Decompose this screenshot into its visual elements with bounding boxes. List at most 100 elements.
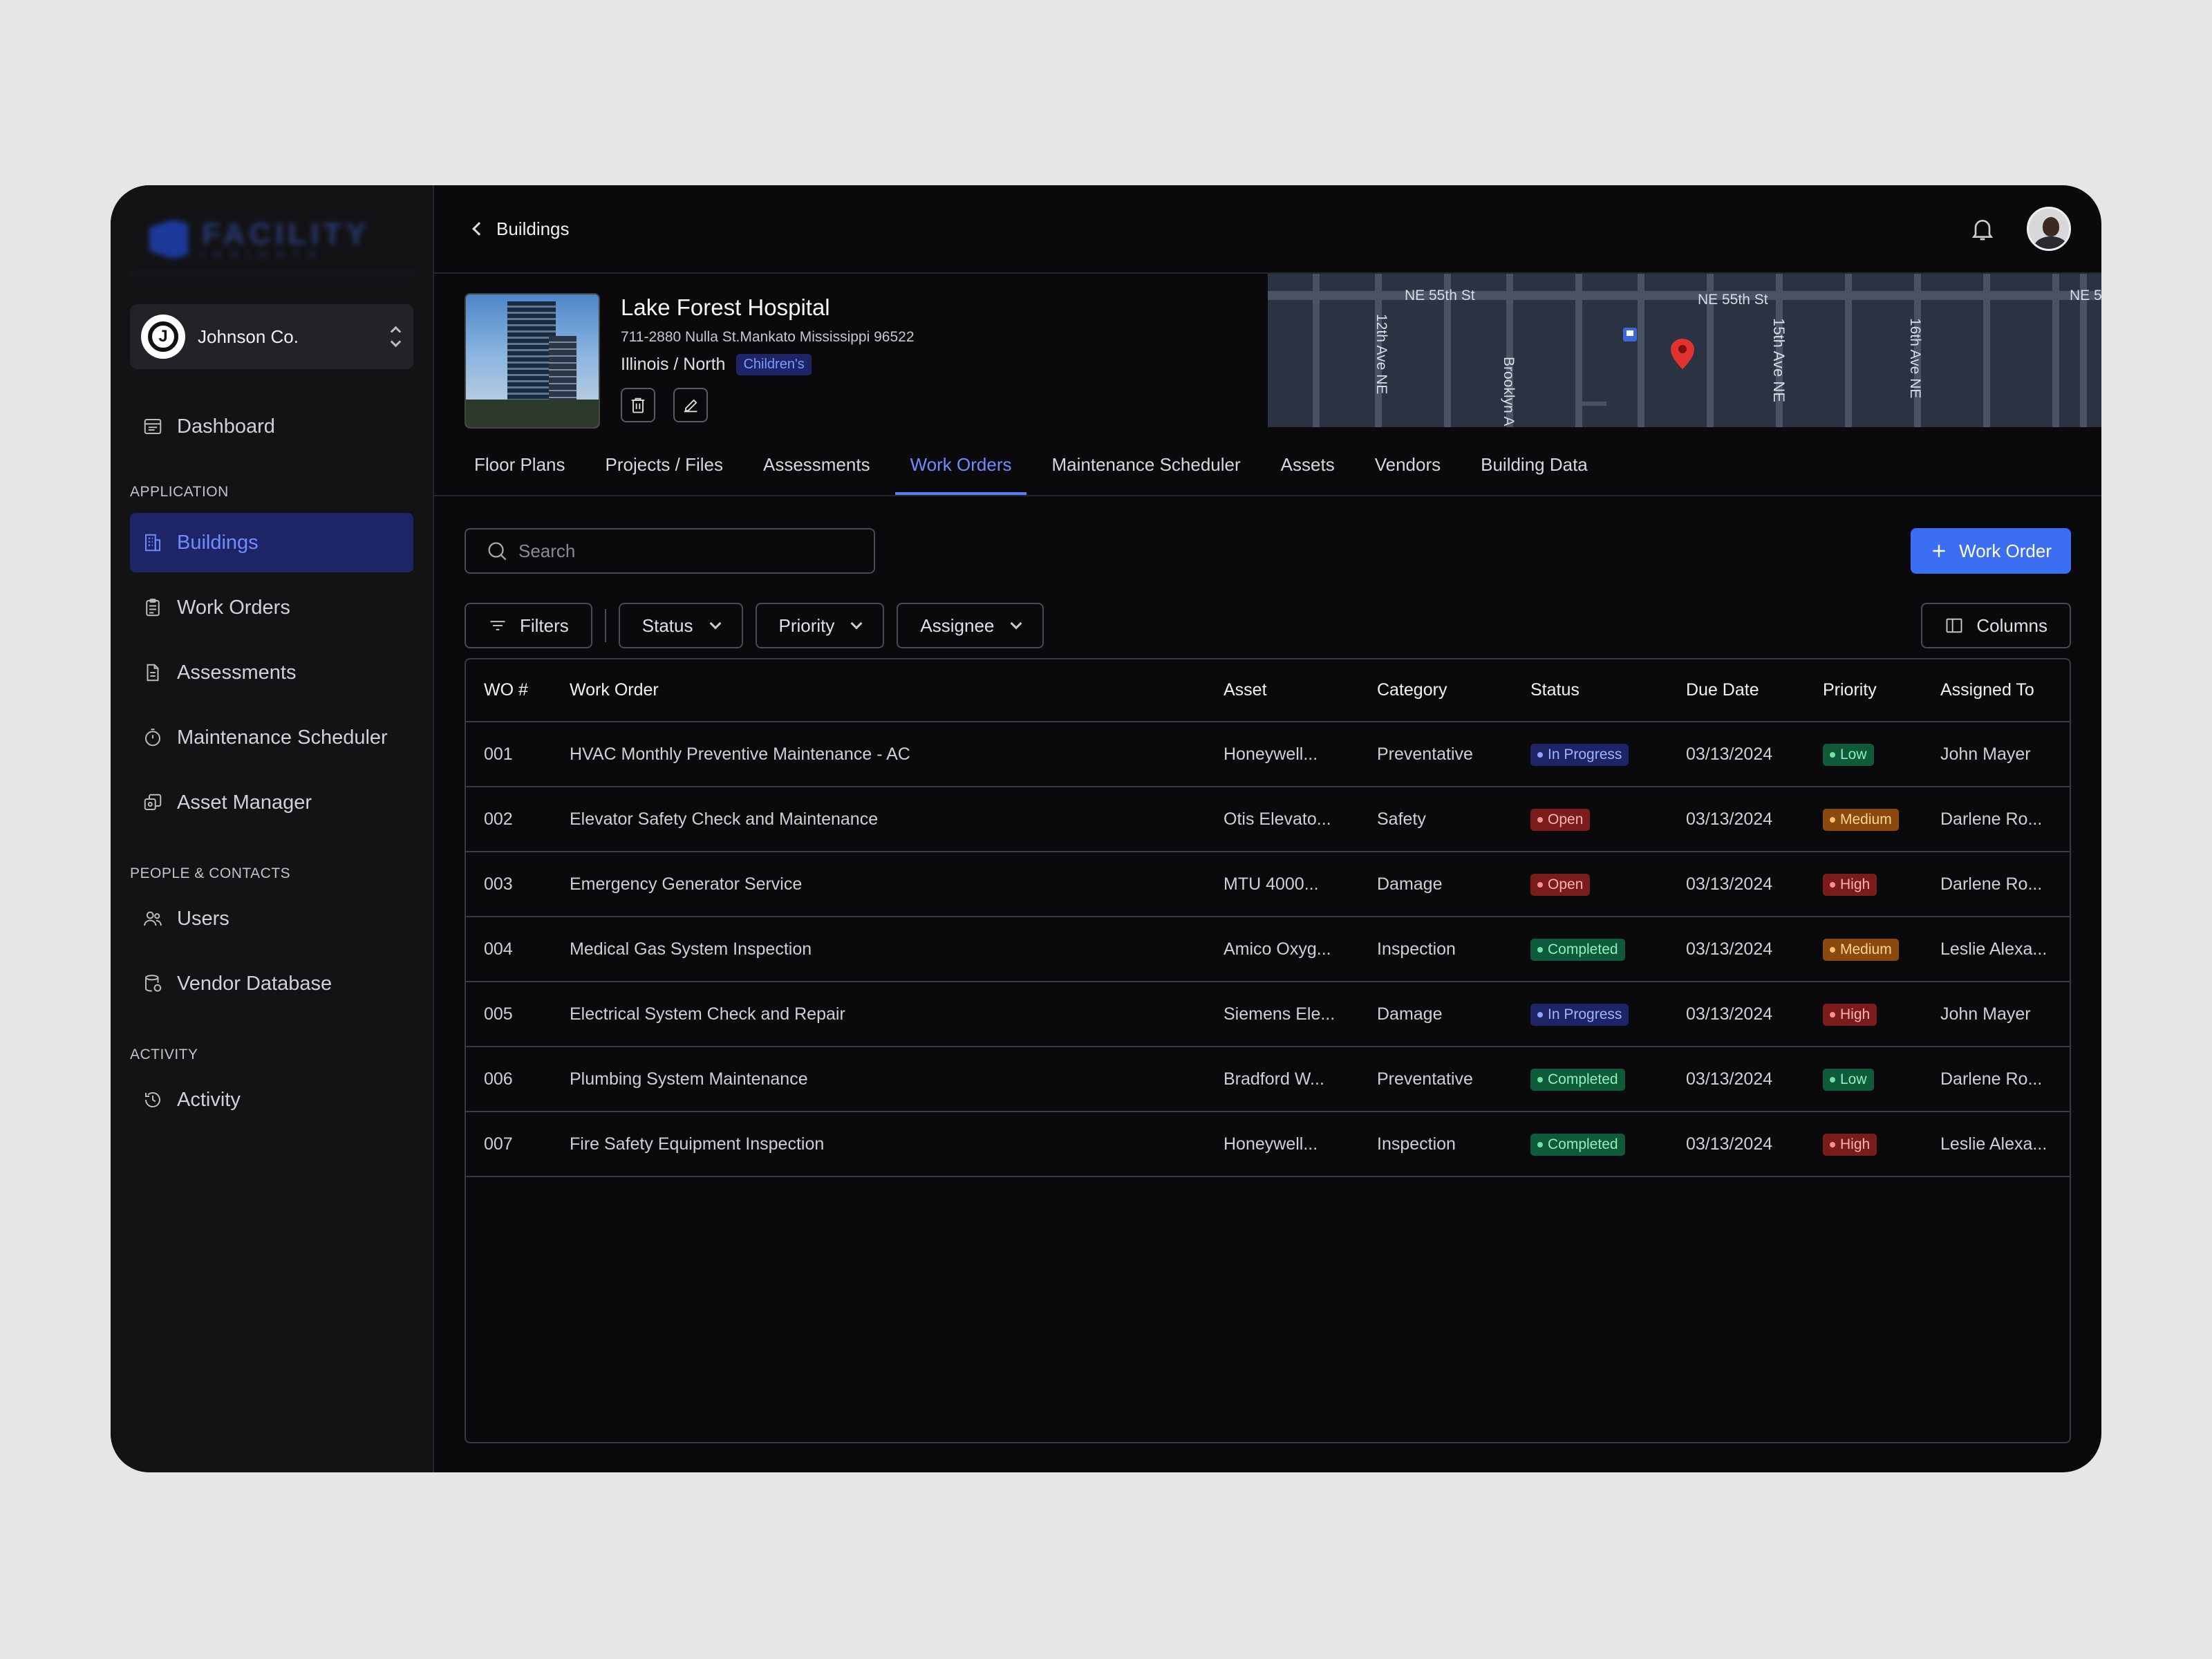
tab-assessments[interactable]: Assessments <box>748 454 885 495</box>
org-switcher[interactable]: J Johnson Co. <box>130 304 413 369</box>
wo-number-cell: 005 <box>466 982 552 1047</box>
table-row[interactable]: 002 Elevator Safety Check and Maintenance… <box>466 787 2070 852</box>
status-cell: Open <box>1512 852 1668 917</box>
wo-number-cell: 006 <box>466 1047 552 1112</box>
status-dot-icon <box>1830 752 1835 758</box>
chevron-down-icon <box>850 617 863 630</box>
priority-filter-label: Priority <box>778 615 835 636</box>
priority-cell: High <box>1805 852 1922 917</box>
badge-label: Low <box>1840 747 1867 762</box>
badge-label: Medium <box>1840 812 1892 827</box>
sidebar-item-label: Buildings <box>177 531 259 554</box>
work-orders-table: WO # Work Order Asset Category Status Du… <box>465 658 2071 1443</box>
sidebar: FACILITY INSIGHTS J Johnson Co. Dashboar… <box>111 185 434 1472</box>
sidebar-item-dashboard[interactable]: Dashboard <box>130 397 413 456</box>
pencil-icon <box>684 399 697 413</box>
user-avatar[interactable] <box>2027 207 2071 251</box>
sidebar-item-asset-manager[interactable]: Asset Manager <box>130 773 413 832</box>
priority-cell: Medium <box>1805 917 1922 982</box>
sidebar-item-label: Work Orders <box>177 596 290 619</box>
status-dot-icon <box>1537 1142 1543 1147</box>
priority-cell: Low <box>1805 1047 1922 1112</box>
sidebar-item-work-orders[interactable]: Work Orders <box>130 578 413 637</box>
sidebar-item-assessments[interactable]: Assessments <box>130 643 413 702</box>
column-header[interactable]: Asset <box>1206 659 1359 722</box>
location-map[interactable]: NE 55th St NE 55th St NE 5 12th Ave NE B… <box>1268 274 2101 427</box>
logo-mark <box>149 220 188 259</box>
wo-number-cell: 007 <box>466 1112 552 1177</box>
table-row[interactable]: 001 HVAC Monthly Preventive Maintenance -… <box>466 722 2070 787</box>
bell-icon[interactable] <box>1969 215 1996 243</box>
table-row[interactable]: 007 Fire Safety Equipment Inspection Honey… <box>466 1112 2070 1177</box>
due-date-cell: 03/13/2024 <box>1668 1047 1805 1112</box>
status-filter-label: Status <box>641 615 693 636</box>
chevron-left-icon <box>472 222 486 236</box>
tab-vendors[interactable]: Vendors <box>1360 454 1456 495</box>
tab-maintenance-scheduler[interactable]: Maintenance Scheduler <box>1036 454 1255 495</box>
category-cell: Preventative <box>1359 722 1512 787</box>
delete-button[interactable] <box>621 388 655 422</box>
map-street-label: NE 5 <box>2070 288 2101 303</box>
priority-filter-dropdown[interactable]: Priority <box>755 603 885 648</box>
status-cell: Completed <box>1512 1112 1668 1177</box>
priority-badge: Medium <box>1823 939 1899 961</box>
map-street-label: NE 55th St <box>1405 288 1475 303</box>
new-work-order-button[interactable]: Work Order <box>1911 528 2071 574</box>
status-cell: In Progress <box>1512 722 1668 787</box>
table-row[interactable]: 006 Plumbing System Maintenance Bradford W… <box>466 1047 2070 1112</box>
chevron-down-icon <box>709 617 721 630</box>
columns-icon <box>1946 618 1962 633</box>
sidebar-item-users[interactable]: Users <box>130 889 413 948</box>
due-date-cell: 03/13/2024 <box>1668 787 1805 852</box>
status-badge: Completed <box>1530 1134 1625 1156</box>
column-header[interactable]: Work Order <box>552 659 1206 722</box>
map-street-label: 16th Ave NE <box>1907 318 1923 398</box>
status-badge: Completed <box>1530 939 1625 961</box>
tab-floor-plans[interactable]: Floor Plans <box>459 454 581 495</box>
logo: FACILITY INSIGHTS <box>130 206 413 274</box>
status-dot-icon <box>1537 1077 1543 1082</box>
table-row[interactable]: 005 Electrical System Check and Repair Sie… <box>466 982 2070 1047</box>
table-row[interactable]: 004 Medical Gas System Inspection Amico Ox… <box>466 917 2070 982</box>
table-row[interactable]: 003 Emergency Generator Service MTU 4000..… <box>466 852 2070 917</box>
badge-label: High <box>1840 877 1871 892</box>
columns-button[interactable]: Columns <box>1921 603 2071 648</box>
users-icon <box>142 908 163 929</box>
building-header: Lake Forest Hospital 711-2880 Nulla St.M… <box>434 274 2101 429</box>
work-order-cell: Fire Safety Equipment Inspection <box>552 1112 1206 1177</box>
status-filter-dropdown[interactable]: Status <box>618 603 743 648</box>
priority-cell: Medium <box>1805 787 1922 852</box>
badge-label: Open <box>1548 812 1584 827</box>
column-header[interactable]: Due Date <box>1668 659 1805 722</box>
tab-projects-files[interactable]: Projects / Files <box>590 454 739 495</box>
status-badge: In Progress <box>1530 744 1629 766</box>
status-dot-icon <box>1830 1012 1835 1018</box>
back-link[interactable]: Buildings <box>470 218 570 240</box>
tab-assets[interactable]: Assets <box>1266 454 1350 495</box>
column-header[interactable]: Priority <box>1805 659 1922 722</box>
clipboard-icon <box>142 597 163 618</box>
filter-lines-icon <box>490 621 505 630</box>
sidebar-item-activity[interactable]: Activity <box>130 1070 413 1130</box>
work-order-cell: Medical Gas System Inspection <box>552 917 1206 982</box>
tab-work-orders[interactable]: Work Orders <box>894 454 1027 495</box>
tab-building-data[interactable]: Building Data <box>1465 454 1603 495</box>
due-date-cell: 03/13/2024 <box>1668 722 1805 787</box>
sidebar-item-vendor-database[interactable]: Vendor Database <box>130 954 413 1013</box>
logo-wordmark: FACILITY INSIGHTS <box>202 217 371 260</box>
column-header[interactable]: Assigned To <box>1922 659 2070 722</box>
work-order-cell: Emergency Generator Service <box>552 852 1206 917</box>
filters-button[interactable]: Filters <box>465 603 592 648</box>
column-header[interactable]: WO # <box>466 659 552 722</box>
column-header[interactable]: Category <box>1359 659 1512 722</box>
divider <box>604 609 606 642</box>
asset-cell: Siemens Ele... <box>1206 982 1359 1047</box>
column-header[interactable]: Status <box>1512 659 1668 722</box>
search-input[interactable] <box>518 540 864 562</box>
edit-button[interactable] <box>673 388 708 422</box>
status-dot-icon <box>1830 947 1835 953</box>
sidebar-item-maintenance-scheduler[interactable]: Maintenance Scheduler <box>130 708 413 767</box>
sidebar-item-buildings[interactable]: Buildings <box>130 513 413 572</box>
assignee-filter-dropdown[interactable]: Assignee <box>897 603 1044 648</box>
org-name: Johnson Co. <box>198 326 299 347</box>
